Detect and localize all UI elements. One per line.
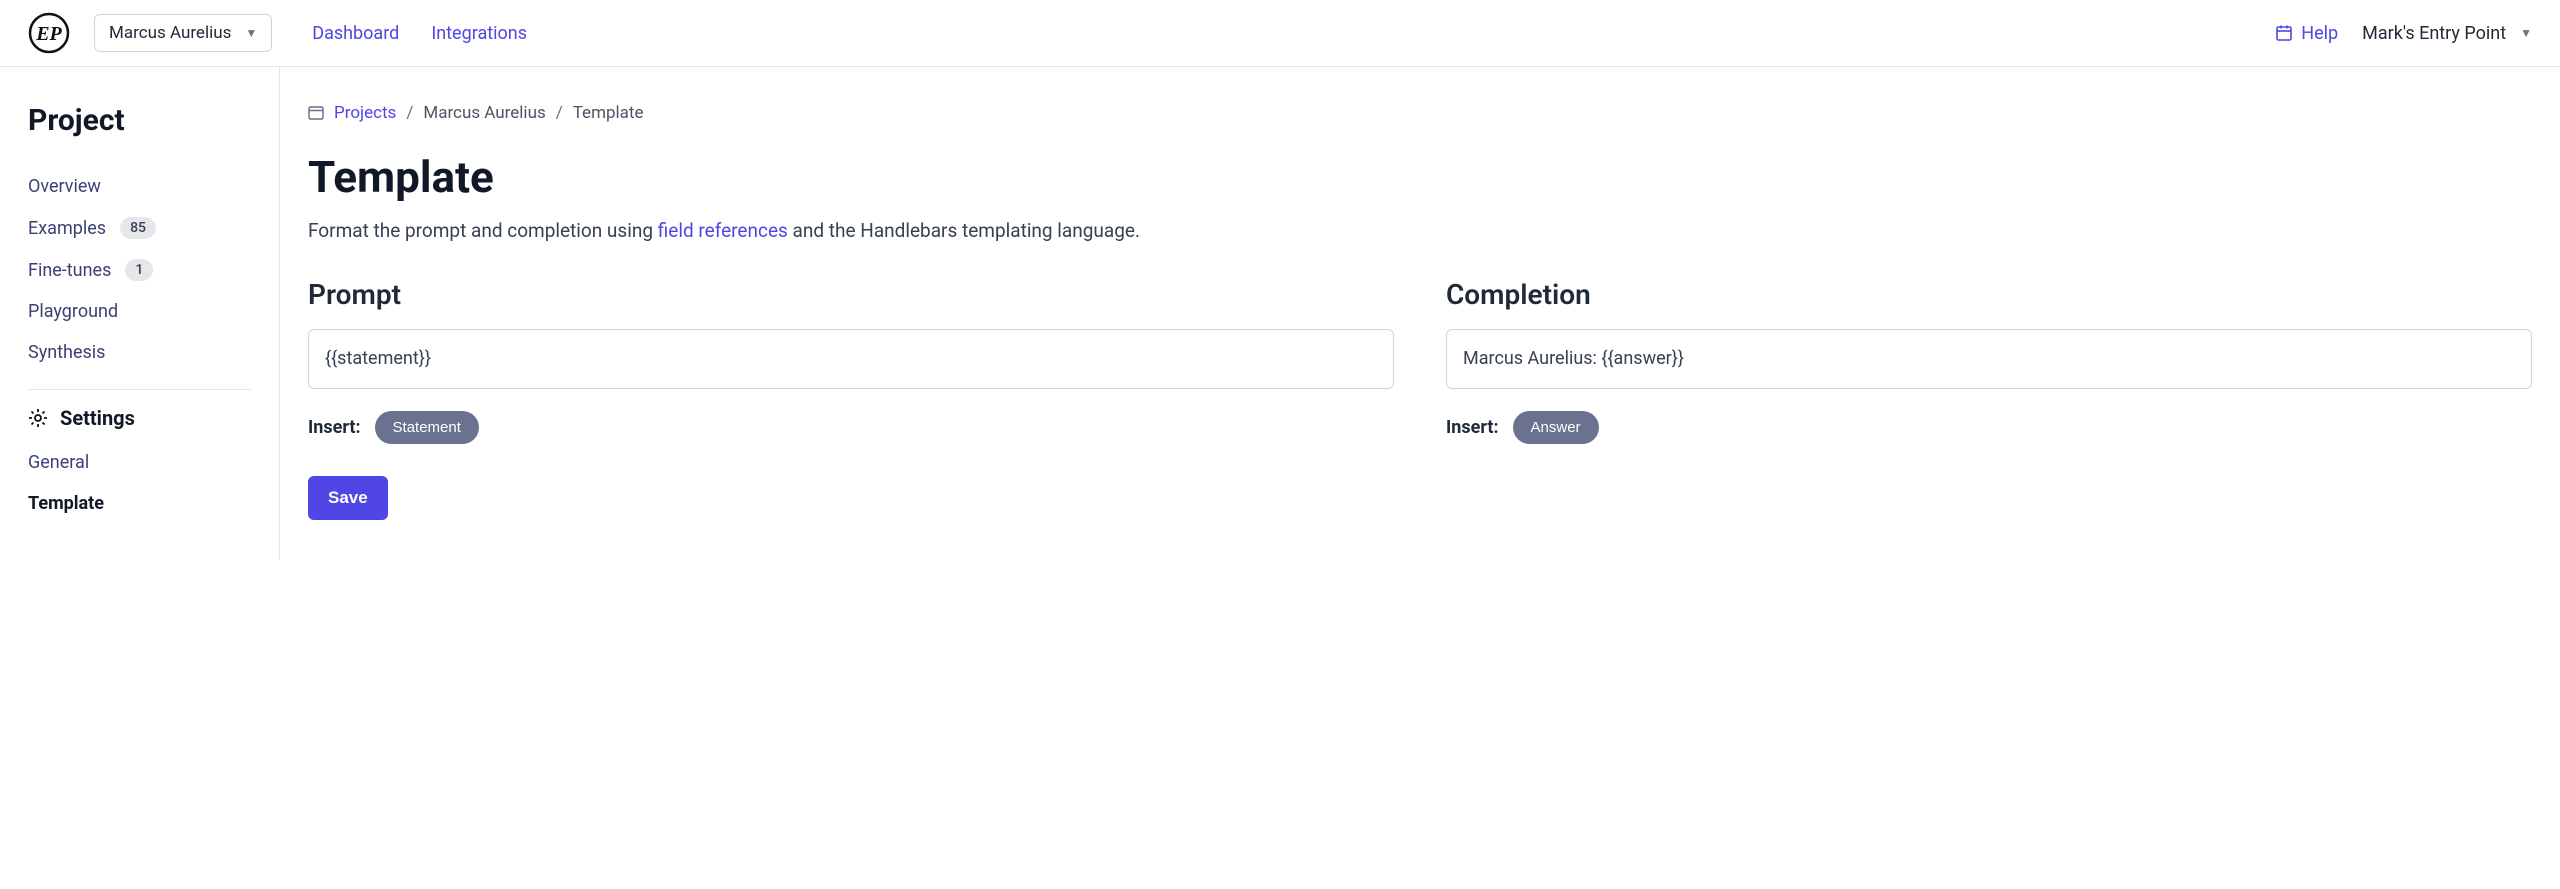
project-selector-label: Marcus Aurelius — [109, 23, 231, 43]
sidebar-settings-header: Settings — [28, 406, 251, 430]
chevron-down-icon: ▼ — [2520, 26, 2532, 40]
sidebar-item-template[interactable]: Template — [28, 483, 251, 524]
field-references-link[interactable]: field references — [658, 219, 788, 242]
sidebar-item-label: Fine-tunes — [28, 260, 111, 281]
insert-label: Insert: — [308, 417, 361, 438]
sidebar-item-examples[interactable]: Examples 85 — [28, 207, 251, 249]
sidebar-item-overview[interactable]: Overview — [28, 166, 251, 207]
completion-input[interactable] — [1446, 329, 2532, 389]
editor-columns: Prompt Insert: Statement Completion Inse… — [308, 278, 2532, 444]
insert-label: Insert: — [1446, 417, 1499, 438]
breadcrumb: Projects / Marcus Aurelius / Template — [308, 103, 2532, 123]
prompt-column: Prompt Insert: Statement — [308, 278, 1394, 444]
gear-icon — [28, 408, 48, 428]
sidebar-divider — [28, 389, 251, 390]
window-icon — [308, 106, 324, 120]
main-content: Projects / Marcus Aurelius / Template Te… — [280, 67, 2560, 560]
sidebar-item-general[interactable]: General — [28, 442, 251, 483]
sidebar-item-label: Synthesis — [28, 342, 105, 363]
examples-count-badge: 85 — [120, 217, 156, 239]
logo-icon: EP — [28, 12, 70, 54]
sidebar: Project Overview Examples 85 Fine-tunes … — [0, 67, 280, 560]
page-layout: Project Overview Examples 85 Fine-tunes … — [0, 67, 2560, 560]
description-post: and the Handlebars templating language. — [788, 219, 1140, 242]
user-menu[interactable]: Mark's Entry Point ▼ — [2362, 23, 2532, 44]
settings-header-label: Settings — [60, 406, 135, 430]
breadcrumb-separator: / — [556, 103, 563, 123]
completion-heading: Completion — [1446, 278, 2532, 311]
breadcrumb-current: Template — [573, 103, 644, 123]
primary-nav: Dashboard Integrations — [312, 23, 527, 44]
save-button[interactable]: Save — [308, 476, 388, 520]
sidebar-title: Project — [28, 103, 251, 138]
description-pre: Format the prompt and completion using — [308, 219, 658, 242]
sidebar-item-label: Playground — [28, 301, 118, 322]
sidebar-item-label: Template — [28, 493, 104, 514]
page-title: Template — [308, 151, 2532, 203]
sidebar-item-label: Examples — [28, 218, 106, 239]
sidebar-item-finetunes[interactable]: Fine-tunes 1 — [28, 249, 251, 291]
insert-statement-chip[interactable]: Statement — [375, 411, 479, 444]
insert-answer-chip[interactable]: Answer — [1513, 411, 1599, 444]
prompt-input[interactable] — [308, 329, 1394, 389]
breadcrumb-separator: / — [406, 103, 413, 123]
nav-integrations[interactable]: Integrations — [431, 23, 527, 44]
user-name: Mark's Entry Point — [2362, 23, 2506, 44]
page-description: Format the prompt and completion using f… — [308, 219, 2532, 242]
sidebar-item-playground[interactable]: Playground — [28, 291, 251, 332]
header-right: Help Mark's Entry Point ▼ — [2275, 23, 2532, 44]
app-logo: EP — [28, 12, 70, 54]
breadcrumb-project[interactable]: Marcus Aurelius — [423, 103, 545, 123]
breadcrumb-projects[interactable]: Projects — [334, 103, 396, 123]
completion-column: Completion Insert: Answer — [1446, 278, 2532, 444]
help-label: Help — [2301, 23, 2338, 44]
nav-dashboard[interactable]: Dashboard — [312, 23, 399, 44]
finetunes-count-badge: 1 — [125, 259, 153, 281]
sidebar-item-label: Overview — [28, 176, 101, 197]
prompt-insert-row: Insert: Statement — [308, 411, 1394, 444]
calendar-icon — [2275, 24, 2293, 42]
svg-text:EP: EP — [35, 23, 62, 45]
sidebar-item-synthesis[interactable]: Synthesis — [28, 332, 251, 373]
prompt-heading: Prompt — [308, 278, 1394, 311]
chevron-down-icon: ▼ — [245, 26, 257, 40]
help-link[interactable]: Help — [2275, 23, 2338, 44]
project-selector[interactable]: Marcus Aurelius ▼ — [94, 14, 272, 52]
sidebar-item-label: General — [28, 452, 89, 473]
top-header: EP Marcus Aurelius ▼ Dashboard Integrati… — [0, 0, 2560, 67]
completion-insert-row: Insert: Answer — [1446, 411, 2532, 444]
